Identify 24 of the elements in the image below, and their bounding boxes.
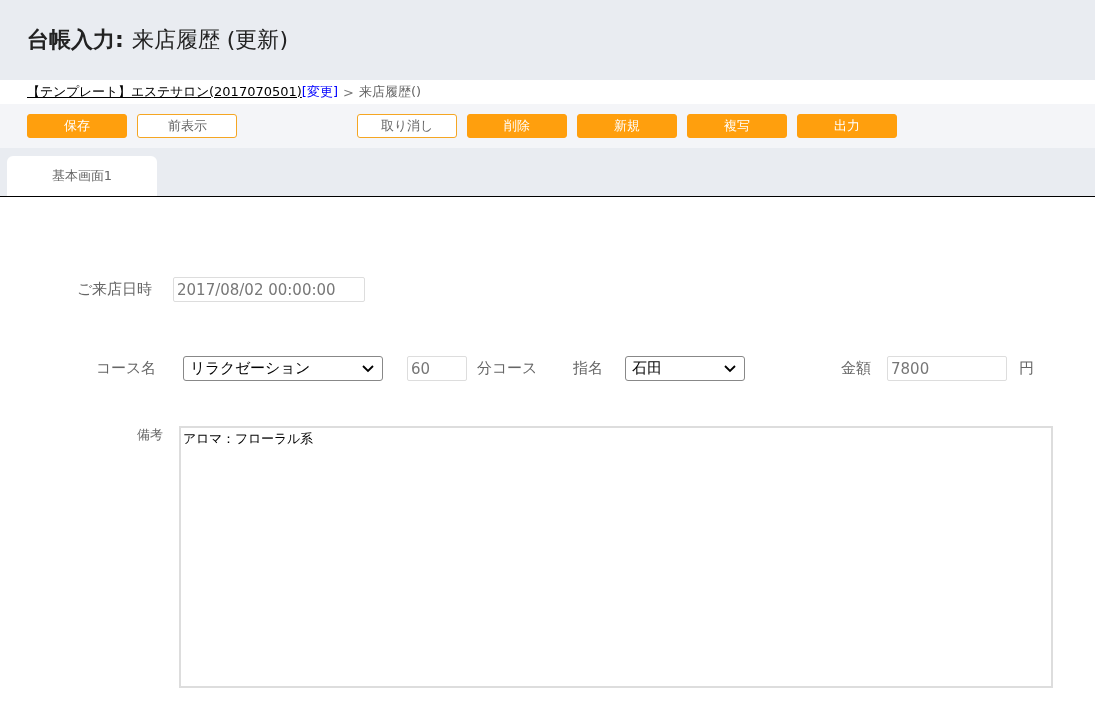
field-label: ご来店日時 [77,280,153,299]
toolbar-button[interactable]: 前表示 [137,114,237,138]
currency-unit: 円 [1019,359,1034,378]
field-label: 指名 [573,359,603,378]
amount-field[interactable]: 7800 [887,356,1007,381]
change-link[interactable]: [変更] [301,83,338,101]
minutes-unit: 分コース [477,359,537,378]
page-title: 来店履歴 (更新) [131,26,288,54]
course-select[interactable]: リラクゼーション [183,356,383,381]
staff-select[interactable]: 石田 [625,356,745,381]
field-label: 金額 [841,359,871,378]
breadcrumb-separator: > [343,84,354,100]
breadcrumb-current: 来店履歴() [358,83,422,101]
datetime-field[interactable]: 2017/08/02 00:00:00 [173,277,365,302]
minutes-field[interactable]: 60 [407,356,467,381]
page-title-prefix: 台帳入力: [27,26,124,54]
chevron-down-icon [362,364,374,373]
chevron-down-icon [724,364,736,373]
breadcrumb-link[interactable]: 【テンプレート】エステサロン(2017070501) [27,83,302,101]
tab[interactable]: 基本画面1 [7,156,157,196]
remarks-field[interactable]: アロマ：フローラル系 [179,426,1053,688]
toolbar-button[interactable]: 取り消し [357,114,457,138]
field-label: コース名 [96,359,157,378]
field-label: 備考 [137,426,164,444]
